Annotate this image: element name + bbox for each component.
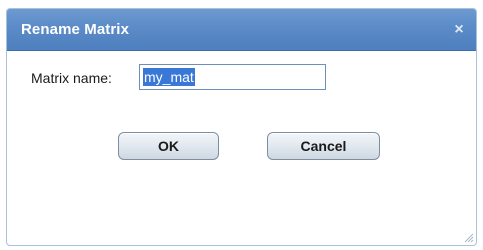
matrix-name-value: my_mat <box>143 68 195 86</box>
close-icon[interactable]: × <box>451 22 467 38</box>
dialog-titlebar[interactable]: Rename Matrix × <box>7 9 476 51</box>
cancel-button[interactable]: Cancel <box>267 132 380 160</box>
ok-button[interactable]: OK <box>118 132 219 160</box>
matrix-name-label: Matrix name: <box>31 70 112 86</box>
resize-grip-icon[interactable] <box>462 231 474 243</box>
dialog-title: Rename Matrix <box>21 21 130 38</box>
matrix-name-input[interactable]: my_mat <box>139 64 326 90</box>
rename-matrix-dialog: Rename Matrix × Matrix name: my_mat OK C… <box>6 8 477 246</box>
